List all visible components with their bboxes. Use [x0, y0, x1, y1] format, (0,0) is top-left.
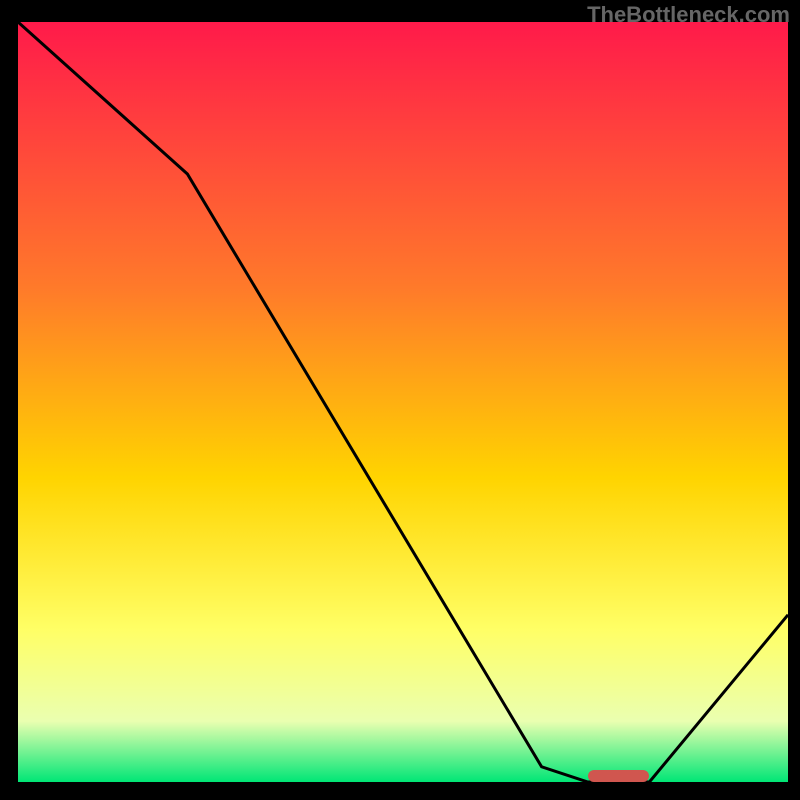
chart-curve — [18, 22, 788, 782]
chart-minimum-marker — [588, 770, 650, 782]
watermark-text: TheBottleneck.com — [587, 2, 790, 28]
chart-plot-area — [18, 22, 788, 782]
